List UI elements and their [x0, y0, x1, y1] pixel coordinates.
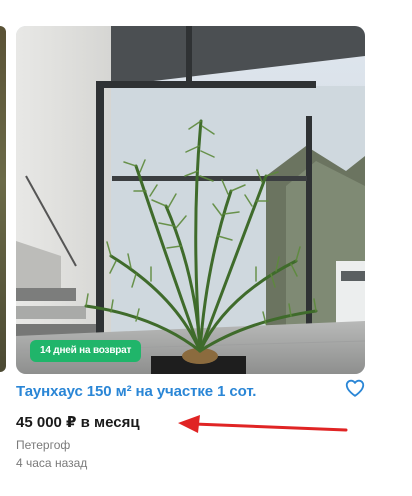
listing-location: Петергоф — [16, 438, 71, 452]
listing-photo-image — [16, 26, 365, 374]
heart-outline-icon — [345, 379, 365, 397]
favorite-heart-icon[interactable] — [344, 377, 366, 399]
previous-listing-card-edge[interactable] — [0, 26, 6, 372]
listing-posted-time: 4 часа назад — [16, 456, 88, 470]
listing-title[interactable]: Таунхаус 150 м² на участке 1 сот. — [16, 383, 256, 400]
annotation-red-arrow — [178, 415, 348, 433]
listing-photo[interactable]: 14 дней на возврат — [16, 26, 365, 374]
listing-price: 45 000 ₽ в месяц — [16, 414, 140, 431]
return-policy-badge: 14 дней на возврат — [30, 340, 142, 362]
